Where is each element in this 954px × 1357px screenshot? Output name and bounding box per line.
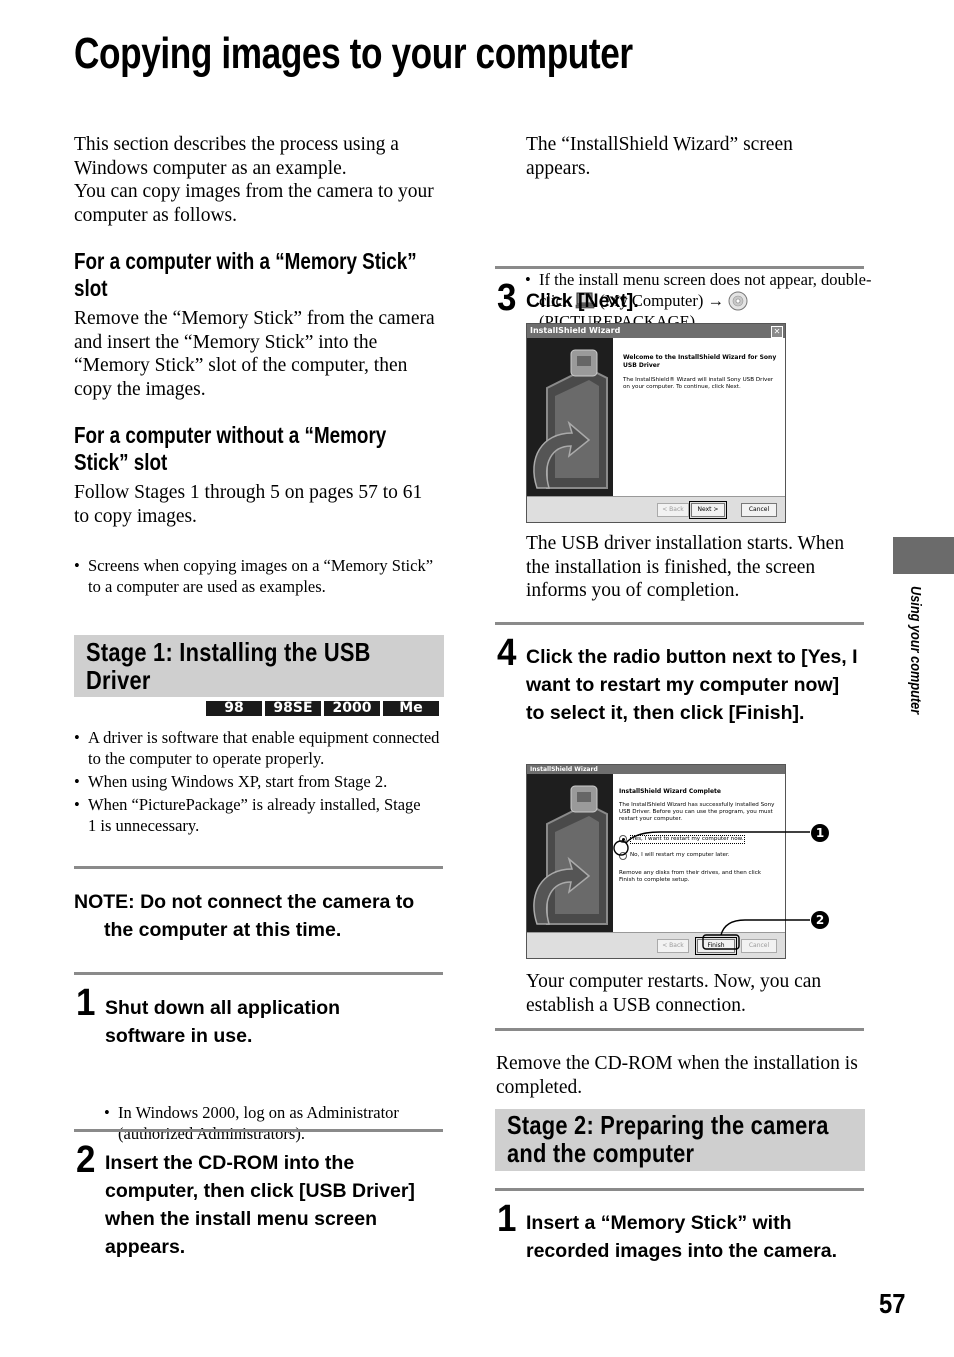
os-badges: 98 98SE 2000 Me [206,701,439,716]
without-slot-body: Follow Stages 1 through 5 on pages 57 to… [74,482,423,527]
step2-text: Insert the CD-ROM into the computer, the… [105,1152,415,1258]
page-number: 57 [879,1288,906,1319]
dialog-footer: < Back Next > Cancel [527,496,785,522]
dialog-titlebar: InstallShield Wizard [527,765,785,774]
page-title: Copying images to your computer [74,29,633,78]
without-slot-heading: For a computer without a “Memory Stick” … [74,422,387,475]
divider [495,1028,864,1031]
step3-text: Click [Next]. [526,290,639,312]
connect-warning-line2: the computer at this time. [104,919,342,941]
dialog-body: The InstallShield® Wizard will install S… [623,377,774,390]
step1-bullet: In Windows 2000, log on as Administrator… [104,1102,458,1144]
installshield-welcome-dialog: InstallShield Wizard ✕ Welcome to the In… [526,323,786,523]
dialog-heading: Welcome to the InstallShield Wizard for … [623,354,777,369]
stage2-title: Stage 2: Preparing the camera and the co… [507,1110,829,1168]
dialog-content: Welcome to the InstallShield Wizard for … [613,338,785,496]
with-slot-body: Remove the “Memory Stick” from the camer… [74,308,435,400]
step1-text: Shut down all application software in us… [105,997,341,1047]
step3-after-text: The USB driver installation starts. When… [526,533,845,601]
os-badge-2000: 2000 [324,701,380,716]
divider [495,1188,864,1191]
step2-number: 2 [76,1139,96,1181]
divider [495,266,864,269]
screens-note-bullet: Screens when copying images on a “Memory… [74,555,448,597]
os-badge-98se: 98SE [265,701,321,716]
stage1-bullets: A driver is software that enable equipme… [74,727,444,836]
intro-paragraph-2: You can copy images from the camera to y… [74,181,434,226]
stage2-header: Stage 2: Preparing the camera and the co… [495,1109,865,1171]
connect-warning-line1: NOTE: Do not connect the camera to [74,891,415,913]
intro-paragraph-1: This section describes the process using… [74,134,399,179]
callout-ring-radio [613,840,629,856]
divider [74,1129,443,1132]
dialog-heading: InstallShield Wizard Complete [619,788,721,795]
back-button[interactable]: < Back [657,503,689,517]
stage2-step1-number: 1 [497,1198,517,1240]
stage1-bullet: When “PicturePackage” is already install… [74,794,428,836]
stage1-bullet: When using Windows XP, start from Stage … [74,771,444,792]
stage1-title: Stage 1: Installing the USB Driver [86,637,371,695]
divider [74,866,443,869]
remove-cd-text: Remove the CD-ROM when the installation … [496,1053,858,1098]
os-badge-me: Me [383,701,439,716]
wizard-appears-text: The “InstallShield Wizard” screen appear… [526,134,793,179]
with-slot-heading-wrap: For a computer with a “Memory Stick” slo… [74,248,534,302]
section-tab-marker [893,537,954,574]
callout-line-2 [720,919,810,936]
wizard-art-image [527,338,613,496]
intro-text: This section describes the process using… [74,133,446,227]
callout-ring-finish [702,934,740,950]
stage2-step1-text: Insert a “Memory Stick” with recorded im… [526,1212,838,1262]
os-badge-98: 98 [206,701,262,716]
step4-after-text: Your computer restarts. Now, you can est… [526,971,822,1016]
section-side-label: Using your computer [907,586,924,737]
close-icon[interactable]: ✕ [771,326,783,338]
callout-line-1 [625,831,810,844]
step1-number: 1 [76,982,96,1024]
divider [74,972,443,975]
callout-2: 2 [811,911,829,929]
connect-warning: NOTE: Do not connect the camera to the c… [74,888,454,944]
dialog-title: InstallShield Wizard [530,766,598,773]
dialog-titlebar: InstallShield Wizard ✕ [527,324,785,338]
step4-text: Click the radio button next to [Yes, I w… [526,646,858,724]
without-slot-heading-wrap: For a computer without a “Memory Stick” … [74,422,534,476]
divider [495,622,864,625]
callout-1: 1 [811,824,829,842]
next-button[interactable]: Next > [689,501,727,519]
with-slot-heading: For a computer with a “Memory Stick” slo… [74,248,417,301]
stage1-header: Stage 1: Installing the USB Driver [74,635,444,697]
dialog-title: InstallShield Wizard [530,326,621,335]
cancel-button[interactable]: Cancel [741,503,777,517]
stage1-bullet: A driver is software that enable equipme… [74,727,444,769]
step4-number: 4 [497,632,517,674]
step3-number: 3 [497,277,517,319]
section-side-label-text: Using your computer [907,586,924,715]
callout-leaders [613,831,810,950]
